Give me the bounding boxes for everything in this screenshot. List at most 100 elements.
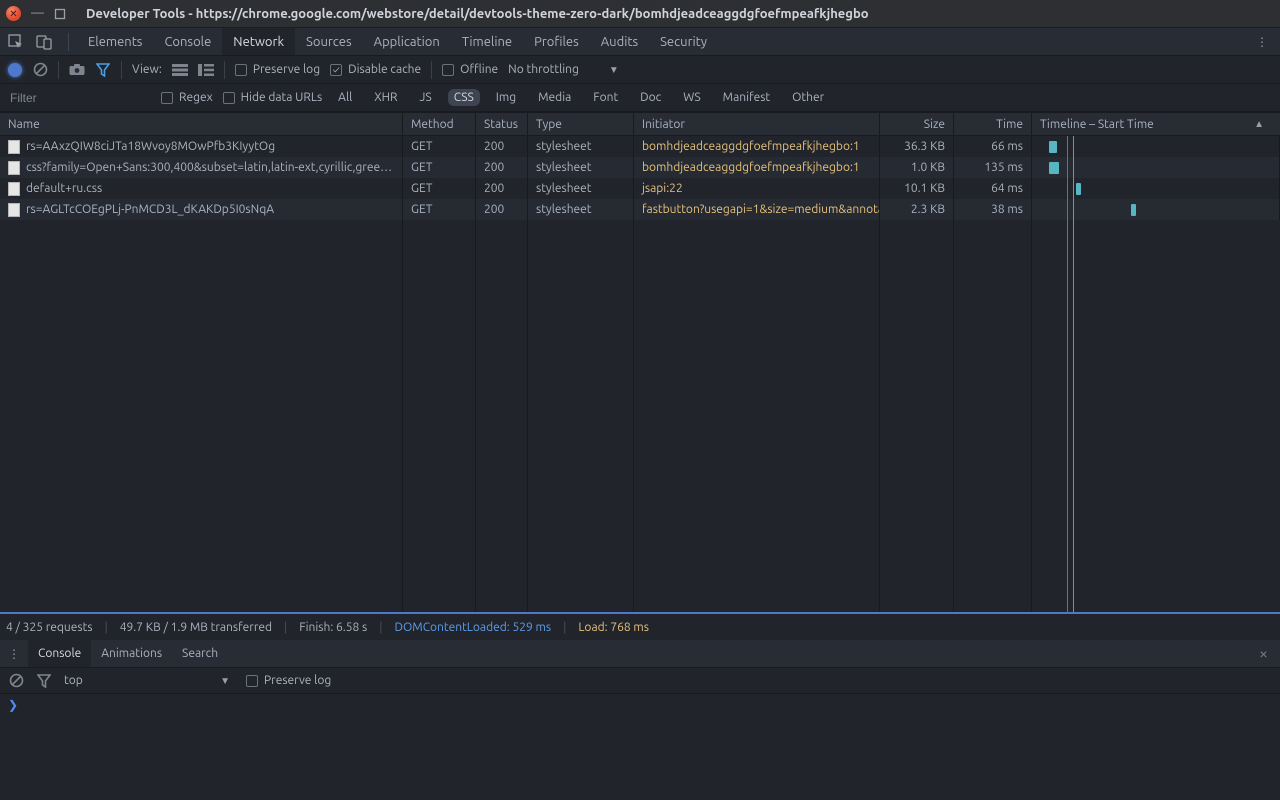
console-preserve-log-label: Preserve log [264,674,331,687]
cell-size: 2.3 KB [880,199,954,220]
console-clear-icon[interactable] [8,673,24,689]
tab-console[interactable]: Console [153,28,222,55]
filter-type-css[interactable]: CSS [448,89,480,106]
drawer-tabstrip: ⋮ Console Animations Search × [0,640,1280,668]
filter-type-media[interactable]: Media [532,89,577,106]
table-row[interactable]: css?family=Open+Sans:300,400&subset=lati… [0,157,1280,178]
chevron-down-icon: ▼ [220,675,230,687]
window-controls: ✕ — [6,6,66,21]
file-icon [8,161,20,175]
sort-ascending-icon: ▲ [1254,118,1264,130]
column-name[interactable]: Name [0,113,403,135]
disable-cache-checkbox[interactable]: Disable cache [330,63,421,76]
console-context-value: top [64,674,83,687]
tab-elements[interactable]: Elements [77,28,153,55]
filter-input[interactable] [3,87,151,109]
cell-size: 36.3 KB [880,136,954,157]
filter-type-font[interactable]: Font [587,89,624,106]
summary-load: Load: 768 ms [578,621,649,634]
column-initiator[interactable]: Initiator [634,113,880,135]
capture-screenshots-icon[interactable] [69,62,85,78]
column-size[interactable]: Size [880,113,954,135]
inspect-element-icon[interactable] [8,34,24,50]
network-summary: 4 / 325 requests | 49.7 KB / 1.9 MB tran… [0,612,1280,640]
column-method[interactable]: Method [403,113,476,135]
regex-checkbox[interactable]: Regex [161,91,213,104]
tab-profiles[interactable]: Profiles [523,28,590,55]
filter-type-manifest[interactable]: Manifest [717,89,776,106]
drawer-close-icon[interactable]: × [1247,640,1280,667]
console-preserve-log-checkbox[interactable]: Preserve log [246,674,331,687]
console-context-dropdown[interactable]: top ▼ [64,674,234,687]
throttling-dropdown[interactable]: No throttling ▼ [508,63,619,76]
table-row[interactable]: rs=AAxzQIW8ciJTa18Wvoy8MOwPfb3KIyytOg GET… [0,136,1280,157]
file-icon [8,182,20,196]
chevron-down-icon: ▼ [609,64,619,76]
network-toolbar: View: Preserve log Disable cache Offline… [0,56,1280,84]
filter-type-xhr[interactable]: XHR [368,89,403,106]
device-mode-icon[interactable] [36,34,52,50]
filter-icon[interactable] [95,62,111,78]
tab-application[interactable]: Application [363,28,451,55]
drawer-tab-search[interactable]: Search [172,640,228,667]
filter-type-other[interactable]: Other [786,89,830,106]
clear-icon[interactable] [32,62,48,78]
filter-type-img[interactable]: Img [490,89,522,106]
hide-data-urls-checkbox[interactable]: Hide data URLs [223,91,322,104]
table-row[interactable]: rs=AGLTcCOEgPLj-PnMCD3L_dKAKDp5I0sNqAGET… [0,199,1280,220]
window-close-button[interactable]: ✕ [6,6,21,21]
large-rows-icon[interactable] [172,62,188,78]
cell-name: rs=AAxzQIW8ciJTa18Wvoy8MOwPfb3KIyytOg [26,140,275,153]
network-table-header: Name Method Status Type Initiator Size T… [0,112,1280,136]
column-status[interactable]: Status [476,113,528,135]
cell-size: 1.0 KB [880,157,954,178]
drawer-tab-console[interactable]: Console [28,639,91,667]
cell-time: 38 ms [954,199,1032,220]
drawer-handle-icon[interactable]: ⋮ [0,640,28,667]
cell-method: GET [403,199,476,220]
column-timeline-label: Timeline – Start Time [1040,118,1154,131]
filter-type-doc[interactable]: Doc [634,89,667,106]
cell-method: GET [403,136,476,157]
preserve-log-checkbox[interactable]: Preserve log [235,63,320,76]
cell-timeline [1032,199,1280,220]
regex-label: Regex [179,91,213,104]
drawer-tab-animations[interactable]: Animations [91,640,172,667]
overview-icon[interactable] [198,62,214,78]
console-filter-icon[interactable] [36,673,52,689]
console-body[interactable]: ❯ [0,694,1280,784]
filter-type-all[interactable]: All [332,89,358,106]
cell-name: css?family=Open+Sans:300,400&subset=lati… [26,161,394,174]
summary-requests: 4 / 325 requests [6,621,93,634]
cell-initiator[interactable]: fastbutton?usegapi=1&size=medium&annota… [634,199,880,220]
window-minimize-button[interactable]: — [31,7,44,20]
tab-security[interactable]: Security [649,28,718,55]
cell-initiator[interactable]: bomhdjeadceaggdgfoefmpeafkjhegbo:1 [634,136,880,157]
column-type[interactable]: Type [528,113,634,135]
cell-initiator[interactable]: bomhdjeadceaggdgfoefmpeafkjhegbo:1 [634,157,880,178]
tab-timeline[interactable]: Timeline [451,28,523,55]
file-icon [8,203,20,217]
cell-status: 200 [476,199,528,220]
offline-checkbox[interactable]: Offline [442,63,498,76]
hide-data-urls-label: Hide data URLs [241,91,322,104]
cell-size: 10.1 KB [880,178,954,199]
window-title: Developer Tools - https://chrome.google.… [86,7,869,21]
table-row[interactable]: default+ru.cssGET200stylesheetjsapi:2210… [0,178,1280,199]
tab-sources[interactable]: Sources [295,28,363,55]
tab-audits[interactable]: Audits [590,28,649,55]
file-icon [8,140,20,154]
more-options-icon[interactable]: ⋮ [1244,28,1280,55]
cell-initiator[interactable]: jsapi:22 [634,178,880,199]
window-maximize-button[interactable] [54,8,66,20]
column-time[interactable]: Time [954,113,1032,135]
cell-timeline [1032,157,1280,178]
window-titlebar: ✕ — Developer Tools - https://chrome.goo… [0,0,1280,28]
cell-type: stylesheet [528,178,634,199]
cell-name: default+ru.css [26,182,102,195]
filter-type-js[interactable]: JS [414,89,438,106]
record-button[interactable] [8,63,22,77]
tab-network[interactable]: Network [222,28,295,55]
column-timeline[interactable]: Timeline – Start Time ▲ [1032,113,1280,135]
filter-type-ws[interactable]: WS [677,89,706,106]
